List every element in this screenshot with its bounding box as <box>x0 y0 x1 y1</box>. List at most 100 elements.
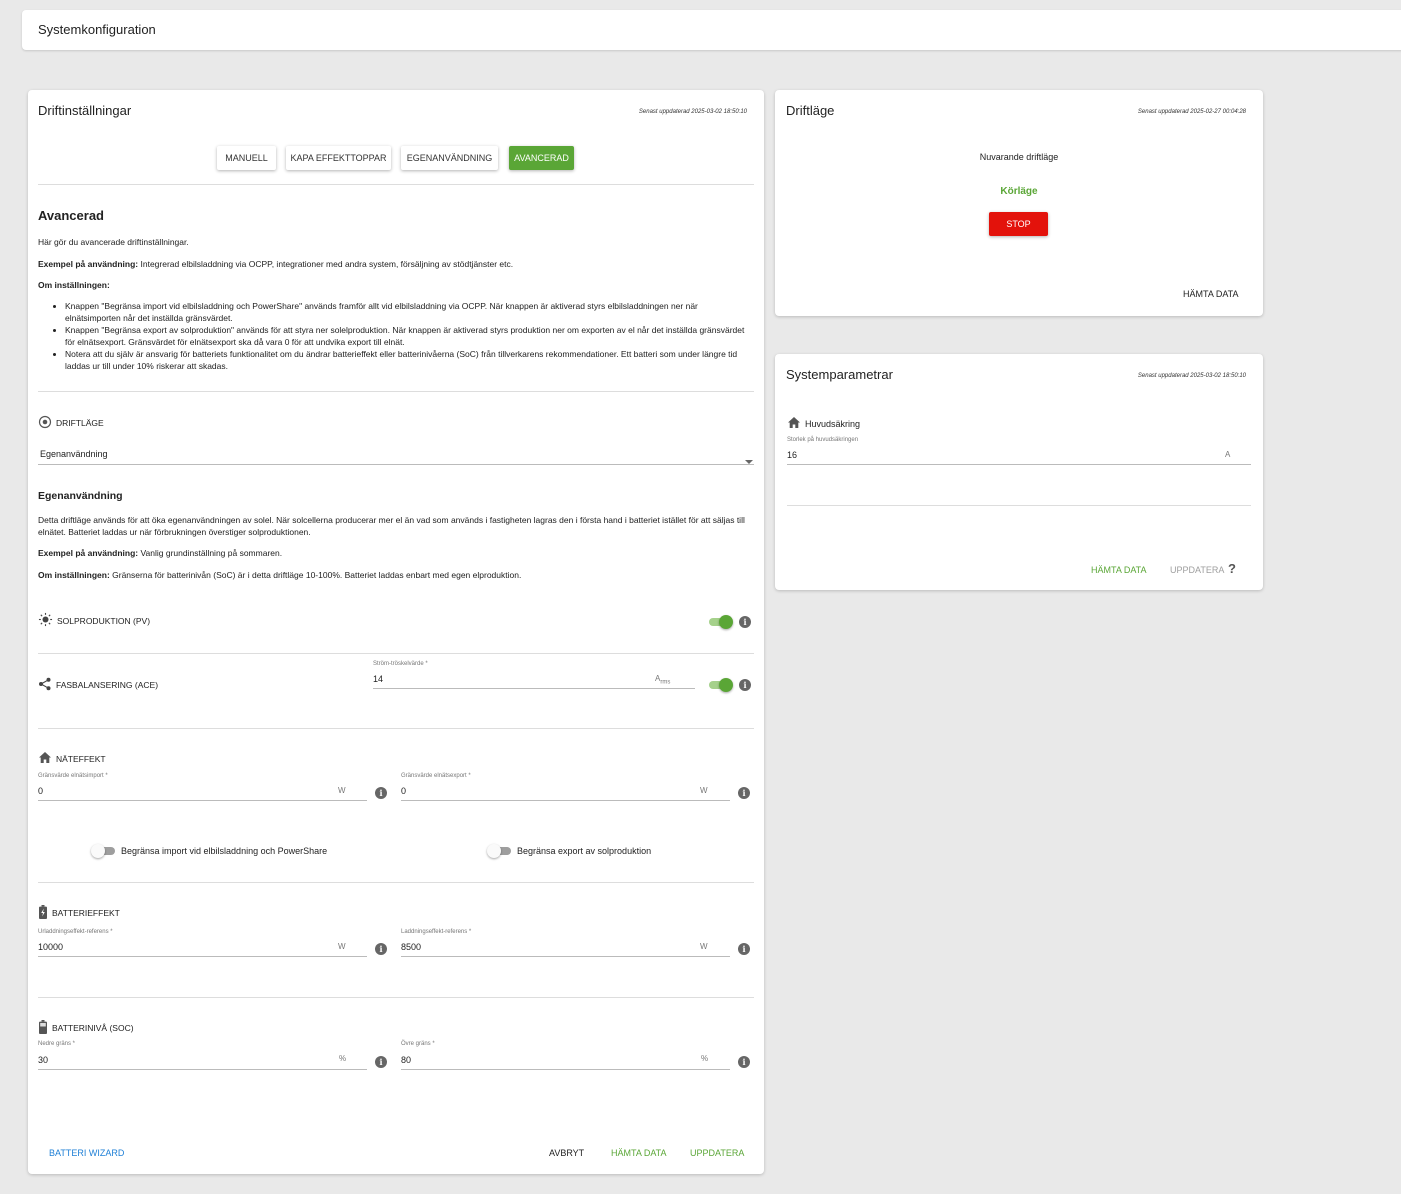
lower-limit-input[interactable]: 30 <box>38 1055 48 1065</box>
sub-example-text: Exempel på användning: Vanlig grundinstä… <box>38 547 282 559</box>
info-icon[interactable]: i <box>375 787 387 799</box>
driftlage-label: DRIFTLÄGE <box>38 415 104 431</box>
import-limit-underline <box>38 800 367 801</box>
ace-field-label: Ström-tröskelvärde * <box>373 661 428 667</box>
limit-export-label: Begränsa export av solproduktion <box>517 846 652 856</box>
battery-charging-icon <box>38 905 48 921</box>
export-limit-underline <box>401 800 730 801</box>
settings-bullets: Knappen "Begränsa import vid elbilsladdn… <box>65 300 755 372</box>
info-icon[interactable]: i <box>375 943 387 955</box>
info-icon[interactable]: i <box>739 679 751 691</box>
sub-heading: Egenanvändning <box>38 490 123 502</box>
import-limit-input[interactable]: 0 <box>38 786 43 796</box>
system-params-updated: Senast uppdaterad 2025-03-02 18:50:10 <box>1137 373 1246 379</box>
limit-import-label: Begränsa import vid elbilsladdning och P… <box>121 846 328 856</box>
ace-unit: Arms <box>655 674 670 686</box>
export-limit-input[interactable]: 0 <box>401 786 406 796</box>
fuse-field-label: Storlek på huvudsäkringen <box>787 437 859 443</box>
system-params-title: Systemparametrar <box>786 367 893 382</box>
fuse-size-input[interactable]: 16 <box>787 450 797 460</box>
grid-power-label: NÄTEFFEKT <box>38 751 106 766</box>
system-params-update-button[interactable]: UPPDATERA <box>1170 565 1224 575</box>
solar-toggle[interactable] <box>707 615 733 629</box>
share-icon <box>38 677 52 693</box>
drift-mode-title: Driftläge <box>786 103 835 118</box>
sun-icon <box>38 612 53 629</box>
info-icon[interactable]: i <box>738 943 750 955</box>
battery-power-label: BATTERIEFFEKT <box>38 905 120 921</box>
lower-limit-underline <box>38 1069 367 1070</box>
import-unit: W <box>338 786 346 795</box>
settings-label-text: Om inställningen: <box>38 280 110 290</box>
divider <box>787 505 1251 506</box>
upper-unit: % <box>701 1054 709 1063</box>
info-icon[interactable]: i <box>375 1056 387 1068</box>
ace-label-text: FASBALANSERING (ACE) <box>56 680 159 690</box>
fuse-size-underline <box>787 464 1251 465</box>
sub-example-label: Exempel på användning: <box>38 548 139 558</box>
mode-button-manuell[interactable]: MANUELL <box>217 146 276 170</box>
driftlage-select[interactable]: Egenanvändning <box>40 449 108 459</box>
drift-mode-updated: Senast uppdaterad 2025-02-27 00:04:28 <box>1137 109 1246 115</box>
system-params-fetch-button[interactable]: HÄMTA DATA <box>1091 565 1147 575</box>
mode-button-egenanvandning[interactable]: EGENANVÄNDNING <box>401 146 498 170</box>
battery-icon <box>38 1020 48 1036</box>
lower-unit: % <box>339 1054 347 1063</box>
radio-target-icon <box>38 415 52 431</box>
settings-label: Om inställningen: <box>38 279 110 291</box>
cancel-button[interactable]: AVBRYT <box>549 1148 584 1158</box>
bullet-item: Notera att du själv är ansvarig för batt… <box>65 348 755 372</box>
divider <box>38 184 754 185</box>
fuse-unit: A <box>1225 450 1231 459</box>
home-icon <box>787 416 801 431</box>
charge-input[interactable]: 8500 <box>401 942 421 952</box>
example-label: Exempel på användning: <box>38 259 139 269</box>
export-unit: W <box>700 786 708 795</box>
limit-import-toggle[interactable] <box>91 844 117 858</box>
info-icon[interactable]: i <box>739 616 751 628</box>
drift-settings-updated: Senast uppdaterad 2025-03-02 18:50:10 <box>638 109 747 115</box>
drift-mode-fetch-button[interactable]: HÄMTA DATA <box>1183 289 1239 299</box>
solar-label-text: SOLPRODUKTION (PV) <box>57 615 151 626</box>
discharge-field-label: Urladdningseffekt-referens * <box>38 929 113 935</box>
divider <box>38 391 754 392</box>
battery-power-label-text: BATTERIEFFEKT <box>52 908 120 918</box>
charge-underline <box>401 956 730 957</box>
mode-button-avancerad[interactable]: AVANCERAD <box>509 146 574 170</box>
info-icon[interactable]: i <box>738 1056 750 1068</box>
current-mode-value: Körläge <box>1000 186 1038 197</box>
intro-text: Här gör du avancerade driftinställningar… <box>38 237 189 247</box>
sub-settings-text: Om inställningen: Gränserna för batterin… <box>38 569 521 581</box>
ace-toggle[interactable] <box>707 678 733 692</box>
limit-export-toggle[interactable] <box>487 844 513 858</box>
lower-field-label: Nedre gräns * <box>38 1041 76 1047</box>
drift-settings-title: Driftinställningar <box>38 103 132 118</box>
battery-soc-label: BATTERINIVÅ (SOC) <box>38 1020 134 1036</box>
ace-label: FASBALANSERING (ACE) <box>38 677 158 693</box>
stop-button[interactable]: STOP <box>989 212 1048 236</box>
sub-settings-body: Gränserna för batterinivån (SoC) är i de… <box>109 570 522 580</box>
example-text: Exempel på användning: Integrerad elbils… <box>38 258 513 270</box>
page-title: Systemkonfiguration <box>38 22 156 37</box>
system-params-card: Systemparametrar Senast uppdaterad 2025-… <box>775 354 1263 590</box>
sub-settings-label: Om inställningen: <box>38 570 110 580</box>
mode-button-kapa-effekttoppar[interactable]: KAPA EFFEKTTOPPAR <box>286 146 391 170</box>
main-fuse-label: Huvudsäkring <box>787 416 860 431</box>
chevron-down-icon[interactable] <box>745 452 753 470</box>
ace-unit-sub: rms <box>660 679 671 686</box>
update-button[interactable]: UPPDATERA <box>690 1148 744 1158</box>
section-heading: Avancerad <box>38 208 104 223</box>
divider <box>38 997 754 998</box>
ace-threshold-input[interactable]: 14 <box>373 674 383 684</box>
help-icon[interactable]: ? <box>1228 561 1236 576</box>
upper-limit-input[interactable]: 80 <box>401 1055 411 1065</box>
main-fuse-label-text: Huvudsäkring <box>805 418 861 429</box>
battery-wizard-button[interactable]: BATTERI WIZARD <box>49 1148 124 1158</box>
info-icon[interactable]: i <box>738 787 750 799</box>
charge-unit: W <box>700 942 708 951</box>
discharge-input[interactable]: 10000 <box>38 942 63 952</box>
current-mode-label: Nuvarande driftläge <box>979 152 1059 162</box>
sub-example-body: Vanlig grundinställning på sommaren. <box>138 548 283 558</box>
fetch-data-button[interactable]: HÄMTA DATA <box>611 1148 667 1158</box>
solar-production-label: SOLPRODUKTION (PV) <box>38 612 150 629</box>
